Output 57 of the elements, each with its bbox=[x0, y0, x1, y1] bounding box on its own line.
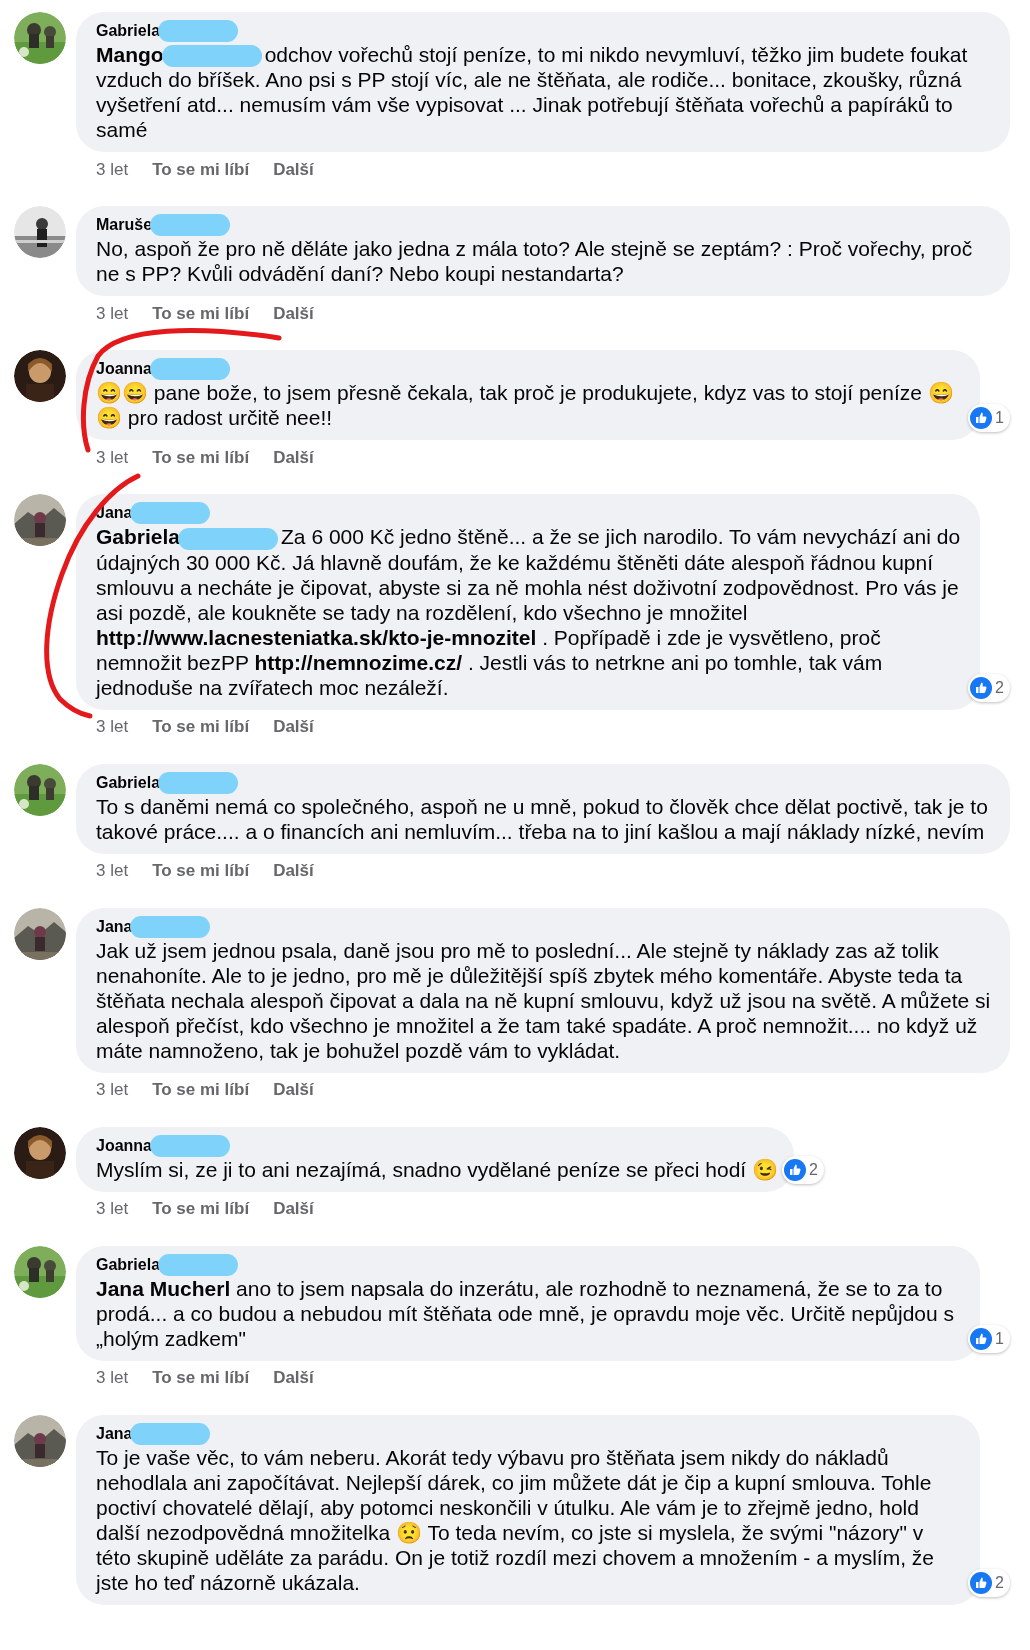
thumbs-up-icon bbox=[970, 407, 993, 430]
author-name[interactable]: Gabriela bbox=[96, 1252, 161, 1277]
comment-time: 3 let bbox=[96, 1367, 129, 1390]
author-name[interactable]: Joanna bbox=[96, 357, 152, 382]
more-link[interactable]: Další bbox=[273, 1196, 314, 1222]
like-link[interactable]: To se mi líbí bbox=[152, 156, 250, 183]
author-name[interactable]: Gabriela bbox=[96, 19, 161, 43]
like-count: 1 bbox=[995, 1328, 1004, 1349]
like-badge[interactable]: 2 bbox=[782, 1155, 824, 1184]
author-name[interactable]: Joanna bbox=[96, 1133, 152, 1158]
more-link[interactable]: Další bbox=[273, 156, 314, 183]
comment-text: Myslím si, ze ji to ani nezajímá, snadno vydělané peníze se přeci hodí 😉 bbox=[96, 1156, 778, 1182]
comment-time: 3 let bbox=[96, 1198, 129, 1221]
author-name[interactable]: Gabriela bbox=[96, 770, 161, 795]
comment-text: To s daněmi nemá co společného, aspoň ne u mně, pokud to člověk chce dělat poctivě, tak je to takové práce.... a o financích ani nemluvím... třeba na to jiní kašlou a mají náklady nízké, nevím bbox=[96, 793, 989, 844]
author-name[interactable]: Jana bbox=[96, 1421, 133, 1446]
comment-text: Jana Mucherl ano to jsem napsala do inzerátu, ale rozhodně to neznamená, že se to za to prodá... a co budou a nebudou mít štěňata ode mně, je opravdu moje věc. Určitě nepůjdou s „holým zadkem" bbox=[96, 1275, 956, 1351]
comment-text: 😄😄 pane bože, to jsem přesně čekala, tak proč je produkujete, kdyz vas to stojí peníze 😄😄 pro radost určitě nee!! bbox=[96, 380, 955, 431]
like-link[interactable]: To se mi líbí bbox=[152, 1365, 250, 1391]
thumbs-up-icon bbox=[970, 1327, 993, 1350]
comment-time: 3 let bbox=[96, 1079, 129, 1102]
like-link[interactable]: To se mi líbí bbox=[152, 444, 250, 471]
like-badge[interactable]: 2 bbox=[968, 1568, 1010, 1597]
thumbs-up-icon bbox=[970, 676, 993, 699]
more-link[interactable]: Další bbox=[273, 1365, 314, 1391]
like-link[interactable]: To se mi líbí bbox=[152, 714, 250, 740]
comment-time: 3 let bbox=[96, 860, 129, 883]
thumbs-up-icon bbox=[970, 1571, 993, 1594]
like-link[interactable]: To se mi líbí bbox=[152, 858, 250, 884]
author-name[interactable]: Maruše bbox=[96, 213, 153, 238]
comment-text: To je vaše věc, to vám neberu. Akorát tedy výbavu pro štěňata jsem nikdy do nákladů nehodlala ani započítávat. Nejlepší dárek, co jim můžete dát je čip a kupní smlouva. Tohle poctiví chovatelé dělají, aby potomci neskončili v útulku. Ale vám je to zřejmě jedno, hold další nezodpovědná množitelka 😟 To teda nevím, co jste si myslela, že svými "názory" v této skupině uděláte za parádu. On je totiž rozdíl mezi chovem a množením - a myslím, že jste ho teď názorně ukázala. bbox=[96, 1444, 936, 1595]
more-link[interactable]: Další bbox=[273, 444, 314, 471]
comment-text: No, aspoň že pro ně děláte jako jedna z mála toto? Ale stejně se zeptám? : Proč vořechy, proč ne s PP? Kvůli odvádění daní? Nebo koupi nestandarta? bbox=[96, 236, 974, 287]
comment-time: 3 let bbox=[96, 716, 129, 739]
author-name[interactable]: Jana bbox=[96, 914, 133, 939]
author-name[interactable]: Jana bbox=[96, 501, 133, 526]
like-link[interactable]: To se mi líbí bbox=[152, 300, 250, 327]
like-badge[interactable]: 2 bbox=[968, 673, 1010, 702]
like-count: 2 bbox=[995, 1572, 1004, 1593]
like-badge[interactable]: 1 bbox=[968, 1324, 1010, 1353]
more-link[interactable]: Další bbox=[273, 300, 314, 327]
comment-text: Mango odchov vořechů stojí peníze, to mi nikdo nevymluví, těžko jim budete foukat vzduch do bříšek. Ano psi s PP stojí víc, ale ne štěňata, ale rodiče... bonitace, zkoušky, různá vyšetření atd... nemusím vám vše vypisovat ... Jinak potřebují štěňata vořechů a papíráků to samé bbox=[96, 42, 969, 143]
comment-time: 3 let bbox=[96, 158, 129, 181]
like-count: 2 bbox=[809, 1159, 818, 1180]
more-link[interactable]: Další bbox=[273, 1077, 314, 1103]
like-count: 1 bbox=[995, 408, 1004, 429]
more-link[interactable]: Další bbox=[273, 858, 314, 884]
comment-time: 3 let bbox=[96, 446, 129, 469]
comment-text: Gabriela Za 6 000 Kč jedno štěně... a že se jich narodilo. To vám nevychází ani do údajných 30 000 Kč. Já hlavně doufám, že ke každému štěněti dáte alespoň řádnou kupní smlouvu a necháte je čipovat, abyste si za ně mohla nést doživotní zodpovědnost. Pro vás je asi pozdě, ale koukněte se tady na rozdělení, kdo všechno je množitel http://www.lacnesteniatka.sk/kto-je-mnozitel . Popřípadě i zde je vysvětleno, proč nemnožit bezPP http://nemnozime.cz/ . Jestli vás to netrkne ani po tomhle, tak vám jednoduše na zvířatech moc nezáleží. bbox=[96, 524, 962, 700]
comment-text: Jak už jsem jednou psala, daně jsou pro mě to poslední... Ale stejně ty náklady zas až tolik nenahoníte. Ale to je jedno, pro mě je důležitější spíš zbytek mého komentáře. Abyste teda ta štěňata nechala alespoň čipovat a dala na ně kupní smlouvu, když už jsou na světě. A můžete si alespoň přečíst, kdo všechno je množitel a že tam také spadáte. A proč nemnožit.... no když už máte namnoženo, tak je bohužel pozdě vám to vykládat. bbox=[96, 937, 992, 1063]
comment-time: 3 let bbox=[96, 302, 129, 325]
more-link[interactable]: Další bbox=[273, 714, 314, 740]
thumbs-up-icon bbox=[784, 1158, 807, 1181]
like-count: 2 bbox=[995, 677, 1004, 698]
like-link[interactable]: To se mi líbí bbox=[152, 1077, 250, 1103]
like-badge[interactable]: 1 bbox=[968, 404, 1010, 433]
like-link[interactable]: To se mi líbí bbox=[152, 1196, 250, 1222]
